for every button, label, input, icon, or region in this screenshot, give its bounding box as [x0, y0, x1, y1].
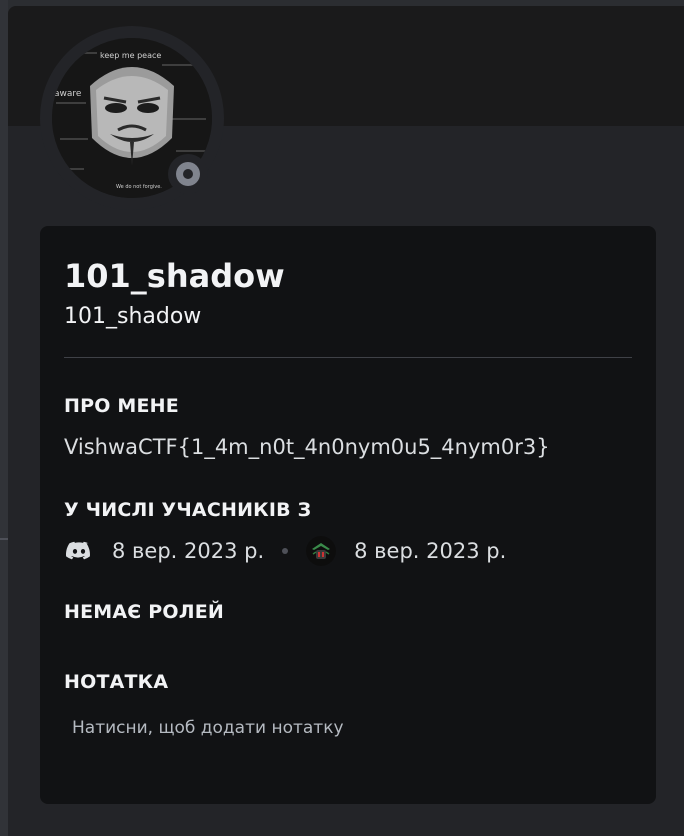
member-since-title: У ЧИСЛІ УЧАСНИКІВ З [64, 499, 312, 521]
note-title: НОТАТКА [64, 671, 169, 693]
avatar-text-2: aware [54, 89, 82, 99]
divider-tick [0, 538, 8, 540]
roles-title: НЕМАЄ РОЛЕЙ [64, 601, 224, 623]
username[interactable]: 101_shadow [64, 302, 201, 332]
offline-status-icon [176, 162, 200, 186]
avatar-wrapper[interactable]: keep me peace aware We do not forgive. [40, 26, 224, 210]
member-since-row: 8 вер. 2023 р. 8 вер. 2023 р. [64, 536, 506, 566]
discord-icon[interactable] [64, 536, 94, 566]
discord-member-date: 8 вер. 2023 р. [112, 539, 265, 563]
profile-body: 101_shadow 101_shadow ПРО МЕНЕ VishwaCTF… [40, 226, 656, 804]
user-profile-popout: keep me peace aware We do not forgive. 1… [8, 6, 684, 836]
separator-dot [282, 548, 289, 554]
note-input[interactable]: Натисни, щоб додати нотатку [72, 716, 344, 740]
server-icon[interactable] [306, 536, 337, 566]
about-me-text: VishwaCTF{1_4m_n0t_4n0nym0u5_4nym0r3} [64, 435, 550, 459]
display-name: 101_shadow [64, 257, 285, 295]
divider [64, 357, 632, 358]
avatar-text-1: keep me peace [100, 51, 161, 60]
status-indicator [168, 154, 208, 194]
server-member-date: 8 вер. 2023 р. [354, 539, 507, 563]
about-me-title: ПРО МЕНЕ [64, 395, 179, 417]
avatar-text-3: We do not forgive. [116, 184, 162, 190]
left-strip [0, 0, 8, 836]
